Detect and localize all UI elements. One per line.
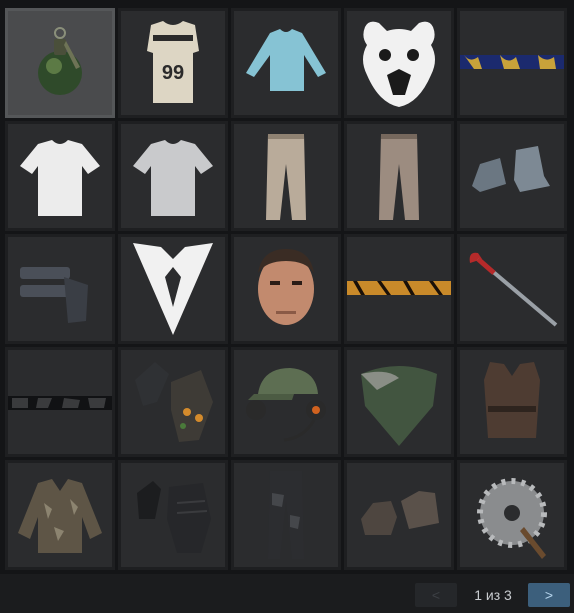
- fingerless-gloves-icon: [137, 481, 211, 553]
- item-slot[interactable]: [344, 121, 454, 231]
- emblem-icon: [133, 243, 213, 335]
- item-slot[interactable]: [118, 121, 228, 231]
- item-slot[interactable]: [5, 8, 115, 118]
- item-slot[interactable]: [118, 347, 228, 457]
- item-slot[interactable]: [5, 460, 115, 570]
- bandana-mask-icon: [361, 366, 437, 446]
- gloves-icon: [135, 362, 213, 442]
- white-tshirt-icon: [20, 140, 100, 216]
- sawblade-icon: [477, 478, 547, 559]
- item-slot[interactable]: [231, 460, 341, 570]
- item-slot[interactable]: [231, 234, 341, 344]
- item-slot[interactable]: [457, 234, 567, 344]
- shoes-icon: [361, 491, 439, 535]
- vest-icon: [484, 362, 540, 438]
- tiger-stripe-skin-icon: [347, 281, 451, 295]
- bear-logo-icon: [363, 21, 435, 108]
- grenade-icon: [38, 27, 82, 95]
- item-slot[interactable]: [344, 234, 454, 344]
- jersey-number: 99: [162, 62, 184, 84]
- crowbar-icon: [469, 252, 558, 327]
- item-slot[interactable]: [457, 8, 567, 118]
- item-slot[interactable]: 99: [118, 8, 228, 118]
- item-slot[interactable]: [457, 121, 567, 231]
- cargo-pants-icon: [266, 134, 306, 220]
- page-indicator: 1 из 3: [474, 587, 512, 603]
- item-slot[interactable]: [118, 234, 228, 344]
- jacket-icon: [18, 479, 102, 553]
- item-slot[interactable]: [5, 234, 115, 344]
- headset-cap-icon: [246, 368, 326, 442]
- item-slot[interactable]: [231, 121, 341, 231]
- item-slot[interactable]: [457, 347, 567, 457]
- next-page-button[interactable]: >: [528, 583, 570, 607]
- boots-icon: [472, 146, 550, 192]
- cargo-pants-icon: [379, 134, 419, 220]
- item-slot[interactable]: [5, 121, 115, 231]
- item-slot[interactable]: [118, 460, 228, 570]
- item-slot[interactable]: [344, 460, 454, 570]
- prev-page-button[interactable]: <: [415, 583, 457, 607]
- striped-skin-icon: [460, 55, 564, 69]
- holster-icon: [20, 267, 88, 323]
- item-slot[interactable]: [231, 347, 341, 457]
- item-slot[interactable]: [457, 460, 567, 570]
- item-slot[interactable]: [5, 347, 115, 457]
- item-grid: 99: [5, 8, 567, 570]
- camo-strip-skin-icon: [8, 396, 112, 410]
- grey-tshirt-icon: [133, 140, 213, 216]
- inventory-panel: 99: [0, 0, 574, 574]
- jersey-icon: 99: [147, 21, 199, 103]
- dark-pants-icon: [268, 471, 304, 559]
- long-sleeve-shirt-icon: [246, 29, 326, 91]
- item-slot[interactable]: [344, 347, 454, 457]
- item-slot[interactable]: [231, 8, 341, 118]
- face-icon: [258, 249, 314, 325]
- item-slot[interactable]: [344, 8, 454, 118]
